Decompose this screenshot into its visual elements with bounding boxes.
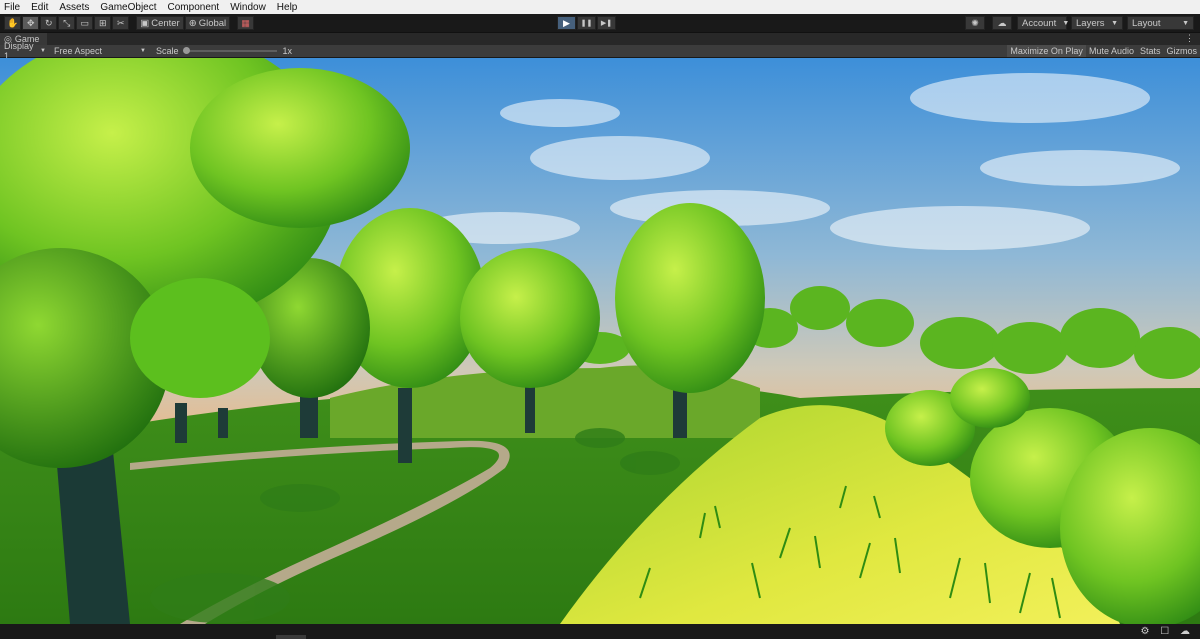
gizmos-toggle[interactable]: Gizmos (1163, 45, 1200, 57)
aspect-label: Free Aspect (54, 46, 103, 56)
forest-scene (0, 58, 1200, 624)
settings-icon[interactable]: ✺ (965, 16, 985, 30)
grid-snap-icon[interactable]: ▦ (237, 16, 255, 30)
menu-gameobject[interactable]: GameObject (100, 2, 156, 13)
globe-icon: ⊕ (188, 17, 197, 29)
scale-slider[interactable] (182, 47, 277, 54)
chevron-down-icon: ▼ (1111, 19, 1118, 27)
pause-button[interactable]: ❚❚ (577, 16, 596, 30)
pivot-icon: ▣ (140, 17, 150, 29)
rect-tool-icon[interactable]: ▭ (76, 16, 94, 30)
game-viewport[interactable] (0, 58, 1200, 624)
main-toolbar: ✋ ✥ ↻ ⤡ ▭ ⊞ ✂ ▣ Center ⊕ Global ▦ ▶ ❚❚ ▶… (0, 14, 1200, 33)
menu-assets[interactable]: Assets (59, 2, 89, 13)
stats-toggle[interactable]: Stats (1137, 45, 1164, 57)
pivot-label: Center (151, 17, 180, 29)
space-global-button[interactable]: ⊕ Global (184, 16, 231, 30)
transform-tool-icon[interactable]: ⊞ (94, 16, 112, 30)
menu-help[interactable]: Help (277, 2, 298, 13)
space-label: Global (198, 17, 227, 29)
status-bar: ⚙ ☐ ☁ (0, 624, 1200, 639)
custom-tool-icon[interactable]: ✂ (112, 16, 130, 30)
chevron-down-icon: ▼ (40, 48, 46, 54)
scale-label: Scale (156, 46, 179, 56)
game-view-toolbar: Display 1 ▼ Free Aspect ▼ Scale 1x Maximiz… (0, 41, 1200, 61)
chevron-down-icon: ▼ (1062, 19, 1070, 27)
game-view-options: Maximize On Play Mute Audio Stats Gizmos (1007, 45, 1200, 57)
scale-tool-icon[interactable]: ⤡ (58, 16, 76, 30)
step-button[interactable]: ▶❚ (597, 16, 616, 30)
rotate-tool-icon[interactable]: ↻ (40, 16, 58, 30)
maximize-on-play-toggle[interactable]: Maximize On Play (1007, 45, 1086, 57)
pivot-toggles: ▣ Center ⊕ Global (136, 16, 231, 30)
menu-edit[interactable]: Edit (31, 2, 48, 13)
layout-dropdown[interactable]: Layout ▼ (1127, 16, 1194, 30)
layers-label: Layers (1076, 17, 1105, 29)
cloud-icon[interactable]: ☁ (992, 16, 1012, 30)
game-tab-bar: ◎ Game ⋮ (0, 33, 1200, 45)
scale-control: Scale 1x (156, 46, 292, 56)
progress-indicator (276, 635, 306, 639)
scale-value: 1x (282, 46, 293, 56)
pivot-center-button[interactable]: ▣ Center (136, 16, 184, 30)
account-label: Account (1022, 17, 1057, 29)
transform-tools: ✋ ✥ ↻ ⤡ ▭ ⊞ ✂ (4, 16, 130, 30)
menu-component[interactable]: Component (168, 2, 220, 13)
chevron-down-icon: ▼ (140, 48, 146, 54)
move-tool-icon[interactable]: ✥ (22, 16, 40, 30)
mute-audio-toggle[interactable]: Mute Audio (1086, 45, 1137, 57)
play-button[interactable]: ▶ (557, 16, 576, 30)
menu-bar: File Edit Assets GameObject Component Wi… (0, 0, 1200, 14)
scale-slider-handle[interactable] (182, 47, 190, 54)
layers-dropdown[interactable]: Layers ▼ (1071, 16, 1123, 30)
status-icons[interactable]: ⚙ ☐ ☁ (1141, 626, 1195, 637)
account-dropdown[interactable]: Account ▼ (1017, 16, 1070, 30)
more-options-icon[interactable]: ⋮ (1185, 33, 1194, 44)
play-controls: ▶ ❚❚ ▶❚ (557, 16, 617, 30)
chevron-down-icon: ▼ (1182, 19, 1189, 27)
menu-file[interactable]: File (4, 2, 20, 13)
right-toolbar: ✺ ☁ Account ▼ Layers ▼ Layout ▼ (965, 16, 1194, 30)
display-dropdown[interactable]: Display 1 ▼ (0, 41, 50, 61)
layout-label: Layout (1132, 17, 1161, 29)
aspect-dropdown[interactable]: Free Aspect ▼ (50, 45, 150, 57)
menu-window[interactable]: Window (230, 2, 266, 13)
hand-tool-icon[interactable]: ✋ (4, 16, 22, 30)
